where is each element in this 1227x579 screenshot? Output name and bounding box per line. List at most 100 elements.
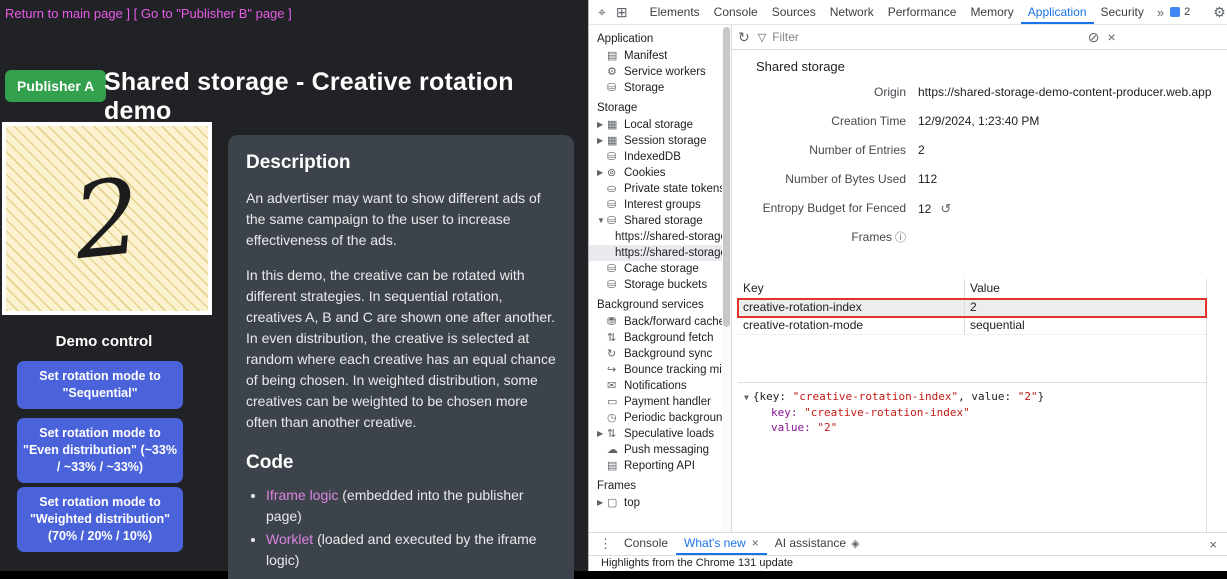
expander-icon[interactable]: ▶ (597, 133, 607, 149)
expander-icon[interactable]: ▶ (597, 117, 607, 133)
close-tab-icon[interactable]: × (752, 536, 759, 550)
manifest-document-icon: ▤ (607, 48, 624, 64)
clear-icon[interactable]: × (1107, 29, 1115, 45)
sidebar-item-cookies[interactable]: ▶ ⊚ Cookies (589, 165, 722, 181)
rotation-weighted-distribution-button[interactable]: Set rotation mode to "Weighted distribut… (17, 487, 183, 552)
field-value: 12/9/2024, 1:23:40 PM (918, 107, 1039, 136)
sidebar-item-private-state-tokens[interactable]: ⛀ Private state tokens (589, 181, 722, 197)
refresh-icon[interactable]: ↻ (738, 29, 750, 46)
sidebar-item-label: Local storage (624, 117, 693, 133)
sidebar-item-shared-storage-origin-1[interactable]: https://shared-storage… (589, 229, 722, 245)
column-header-key[interactable]: Key (738, 279, 964, 298)
sidebar-item-background-sync[interactable]: ↻ Background sync (589, 346, 722, 362)
tab-network[interactable]: Network (823, 0, 881, 24)
sidebar-item-top-frame[interactable]: ▶ ▢ top (589, 495, 722, 511)
table-row-highlighted[interactable]: creative-rotation-index 2 (738, 299, 1206, 317)
sidebar-item-background-fetch[interactable]: ⇅ Background fetch (589, 330, 722, 346)
notifications-bell-icon: ✉ (607, 378, 624, 394)
delete-all-icon[interactable]: ⊘ (1088, 29, 1100, 46)
creative-ad-frame[interactable]: 2 (2, 122, 212, 315)
frame-icon: ▢ (607, 495, 624, 511)
inspect-icon[interactable]: ⌖ (593, 4, 611, 21)
sidebar-item-back-forward-cache[interactable]: ⛃ Back/forward cache (589, 314, 722, 330)
rotation-sequential-button[interactable]: Set rotation mode to "Sequential" (17, 361, 183, 409)
shared-storage-pane: ↻ ▽ Filter ⊘ × Shared storage Origin (731, 25, 1227, 532)
issues-count: 2 (1184, 6, 1190, 18)
sidebar-item-push-messaging[interactable]: ☁ Push messaging (589, 442, 722, 458)
worklet-link[interactable]: Worklet (266, 531, 313, 547)
drawer-tab-ai-assistance[interactable]: AI assistance ◈ (767, 533, 868, 555)
tab-sources[interactable]: Sources (765, 0, 823, 24)
shared-storage-report: Shared storage Origin https://shared-sto… (732, 50, 1227, 532)
reset-entropy-icon[interactable]: ↺ (940, 201, 951, 216)
field-label: Number of Entries (732, 136, 906, 165)
scrollbar-thumb[interactable] (723, 27, 730, 327)
issues-indicator[interactable]: 2 (1170, 6, 1190, 18)
publisher-badge: Publisher A (5, 70, 106, 102)
tab-memory[interactable]: Memory (963, 0, 1020, 24)
rotation-even-distribution-button[interactable]: Set rotation mode to "Even distribution"… (17, 418, 183, 483)
property-name: value: (771, 421, 811, 434)
sidebar-item-notifications[interactable]: ✉ Notifications (589, 378, 722, 394)
sidebar-item-local-storage[interactable]: ▶ ▦ Local storage (589, 117, 722, 133)
tab-performance[interactable]: Performance (881, 0, 964, 24)
sidebar-item-payment-handler[interactable]: ▭ Payment handler (589, 394, 722, 410)
whats-new-headline: Highlights from the Chrome 131 update (601, 557, 793, 569)
sidebar-item-interest-groups[interactable]: ⛁ Interest groups (589, 197, 722, 213)
field-value: https://shared-storage-demo-content-prod… (918, 78, 1212, 107)
filter-input[interactable]: ▽ Filter (758, 30, 1080, 44)
settings-gear-icon[interactable]: ⚙ (1208, 4, 1227, 21)
more-tabs-icon[interactable]: » (1151, 5, 1170, 20)
sidebar-item-shared-storage-origin-2[interactable]: https://shared-storage… (589, 245, 722, 261)
sidebar-section: Application ▤ Manifest ⚙ (589, 27, 722, 96)
table-grid-icon: ▦ (607, 117, 624, 133)
sidebar-item-label: Background fetch (624, 330, 714, 346)
expander-icon[interactable]: ▶ (597, 495, 607, 511)
tab-console[interactable]: Console (707, 0, 765, 24)
expander-icon[interactable]: ▶ (597, 165, 607, 181)
sidebar-item-bounce-tracking-mitigations[interactable]: ↪ Bounce tracking miti… (589, 362, 722, 378)
reporting-api-document-icon: ▤ (607, 458, 624, 474)
description-heading: Description (246, 149, 556, 178)
sidebar-section: Frames ▶ ▢ top (589, 474, 722, 511)
sidebar-item-label: Payment handler (624, 394, 711, 410)
sidebar-item-storage[interactable]: ⛁ Storage (589, 80, 722, 96)
sidebar-item-label: Cache storage (624, 261, 699, 277)
sidebar-item-storage-buckets[interactable]: ⛁ Storage buckets (589, 277, 722, 293)
tab-application[interactable]: Application (1021, 0, 1094, 24)
info-icon[interactable]: ⓘ (895, 232, 906, 244)
drawer-tab-label: AI assistance (775, 536, 846, 550)
back-forward-cache-icon: ⛃ (607, 314, 624, 330)
drawer-menu-icon[interactable]: ⋮ (595, 536, 616, 552)
sidebar-item-shared-storage[interactable]: ▼ ⛁ Shared storage (589, 213, 722, 229)
sidebar-item-reporting-api[interactable]: ▤ Reporting API (589, 458, 722, 474)
sidebar-item-service-workers[interactable]: ⚙ Service workers (589, 64, 722, 80)
column-header-value[interactable]: Value (964, 279, 1206, 298)
sidebar-item-speculative-loads[interactable]: ▶ ⇅ Speculative loads (589, 426, 722, 442)
tab-security[interactable]: Security (1094, 0, 1151, 24)
expand-toggle-icon[interactable]: ▼ (744, 393, 749, 402)
table-row[interactable]: creative-rotation-mode sequential (738, 317, 1206, 335)
device-toolbar-icon[interactable]: ⊞ (611, 4, 633, 21)
sidebar-item-periodic-background-sync[interactable]: ◷ Periodic backgroun… (589, 410, 722, 426)
sidebar-item-manifest[interactable]: ▤ Manifest (589, 48, 722, 64)
drawer-tab-console[interactable]: Console (616, 533, 676, 555)
sidebar-item-session-storage[interactable]: ▶ ▦ Session storage (589, 133, 722, 149)
sidebar-item-cache-storage[interactable]: ⛁ Cache storage (589, 261, 722, 277)
expander-icon[interactable]: ▼ (597, 213, 607, 229)
devtools: ⌖ ⊞ Elements Console Sources Network Per… (588, 0, 1227, 571)
report-fields: Origin https://shared-storage-demo-conte… (732, 78, 1227, 194)
speculative-loads-icon: ⇅ (607, 426, 624, 442)
publisher-b-link[interactable]: Go to "Publisher B" page (141, 6, 285, 21)
sidebar-scrollbar[interactable] (722, 25, 731, 532)
tab-elements[interactable]: Elements (643, 0, 707, 24)
expander-icon[interactable]: ▶ (597, 426, 607, 442)
return-to-main-link[interactable]: Return to main page (5, 6, 123, 21)
drawer-tab-label: Console (624, 536, 668, 550)
background-sync-icon: ↻ (607, 346, 624, 362)
drawer-close-icon[interactable]: × (1205, 537, 1221, 552)
iframe-logic-link[interactable]: Iframe logic (266, 487, 338, 503)
drawer-tab-whats-new[interactable]: What's new × (676, 533, 767, 555)
sidebar-item-indexeddb[interactable]: ⛁ IndexedDB (589, 149, 722, 165)
sidebar-item-label: IndexedDB (624, 149, 681, 165)
